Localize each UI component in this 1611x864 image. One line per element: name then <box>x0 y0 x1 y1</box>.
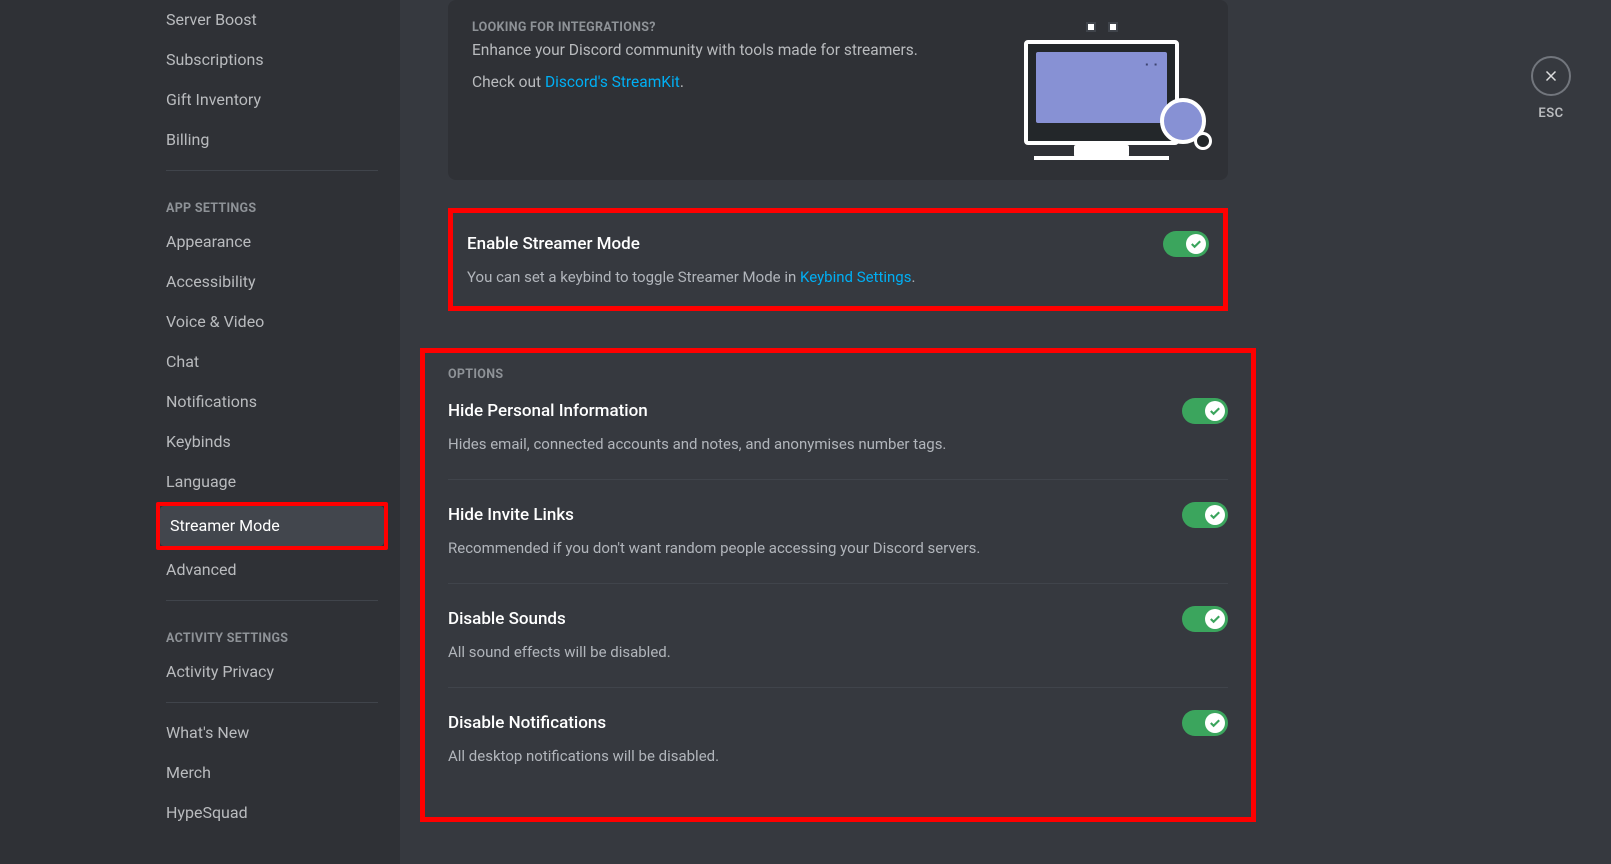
highlight-box-enable: Enable Streamer Mode You can set a keybi… <box>448 208 1228 311</box>
sidebar-item-subscriptions[interactable]: Subscriptions <box>156 40 388 80</box>
option-hide-invite: Hide Invite Links Recommended if you don… <box>448 502 1228 559</box>
divider <box>448 687 1228 688</box>
enable-desc: You can set a keybind to toggle Streamer… <box>467 267 1209 288</box>
sidebar-header-activity: ACTIVITY SETTINGS <box>156 611 388 652</box>
sidebar-item-billing[interactable]: Billing <box>156 120 388 160</box>
check-icon <box>1208 716 1222 730</box>
sidebar-item-advanced[interactable]: Advanced <box>156 550 388 590</box>
sidebar-item-label: Server Boost <box>166 10 257 29</box>
sidebar-item-label: Merch <box>166 763 211 782</box>
check-icon <box>1208 404 1222 418</box>
sidebar-item-streamer-mode[interactable]: Streamer Mode <box>160 506 384 546</box>
enable-streamer-mode-row: Enable Streamer Mode <box>467 231 1209 257</box>
toggle-thumb <box>1186 234 1206 254</box>
option-desc: All desktop notifications will be disabl… <box>448 746 1228 767</box>
sidebar-divider <box>166 600 378 601</box>
sidebar-item-label: HypeSquad <box>166 803 248 822</box>
sidebar-item-keybinds[interactable]: Keybinds <box>156 422 388 462</box>
sidebar-item-label: Appearance <box>166 232 251 251</box>
sidebar-item-appearance[interactable]: Appearance <box>156 222 388 262</box>
divider <box>448 479 1228 480</box>
integration-check-prefix: Check out <box>472 73 545 91</box>
enable-streamer-toggle[interactable] <box>1163 231 1209 257</box>
sidebar-item-label: Gift Inventory <box>166 90 261 109</box>
option-title: Disable Notifications <box>448 713 606 733</box>
sidebar-header-app: APP SETTINGS <box>156 181 388 222</box>
integration-heading: LOOKING FOR INTEGRATIONS? <box>472 20 994 35</box>
disable-sounds-toggle[interactable] <box>1182 606 1228 632</box>
enable-title: Enable Streamer Mode <box>467 234 640 254</box>
sidebar-item-notifications[interactable]: Notifications <box>156 382 388 422</box>
sidebar-item-server-boost[interactable]: Server Boost <box>156 0 388 40</box>
sidebar-item-label: Chat <box>166 352 199 371</box>
option-disable-notifications: Disable Notifications All desktop notifi… <box>448 710 1228 767</box>
hide-invite-toggle[interactable] <box>1182 502 1228 528</box>
hide-personal-toggle[interactable] <box>1182 398 1228 424</box>
sidebar-item-whats-new[interactable]: What's New <box>156 713 388 753</box>
sidebar-item-gift-inventory[interactable]: Gift Inventory <box>156 80 388 120</box>
option-desc: Hides email, connected accounts and note… <box>448 434 1228 455</box>
sidebar-item-hypesquad[interactable]: HypeSquad <box>156 793 388 833</box>
sidebar-divider <box>166 702 378 703</box>
streamkit-link[interactable]: Discord's StreamKit <box>545 73 680 91</box>
sidebar-item-language[interactable]: Language <box>156 462 388 502</box>
check-icon <box>1208 612 1222 626</box>
sidebar-item-activity-privacy[interactable]: Activity Privacy <box>156 652 388 692</box>
check-icon <box>1208 508 1222 522</box>
keybind-settings-link[interactable]: Keybind Settings <box>800 268 911 286</box>
disable-notifications-toggle[interactable] <box>1182 710 1228 736</box>
sidebar-divider <box>166 170 378 171</box>
magnifier-icon <box>1160 98 1206 144</box>
enable-desc-period: . <box>911 268 915 286</box>
settings-layout: Server Boost Subscriptions Gift Inventor… <box>0 0 1611 864</box>
enable-desc-prefix: You can set a keybind to toggle Streamer… <box>467 268 800 286</box>
sidebar-item-chat[interactable]: Chat <box>156 342 388 382</box>
option-desc: All sound effects will be disabled. <box>448 642 1228 663</box>
check-icon <box>1189 237 1203 251</box>
sidebar-item-voice-video[interactable]: Voice & Video <box>156 302 388 342</box>
close-icon <box>1531 56 1571 96</box>
sidebar-item-label: Keybinds <box>166 432 231 451</box>
sidebar-item-label: Voice & Video <box>166 312 264 331</box>
highlight-box-sidebar: Streamer Mode <box>156 502 388 550</box>
monitor-illustration: ▪ ▪ <box>1014 20 1204 160</box>
sidebar-item-label: Billing <box>166 130 209 149</box>
divider <box>448 583 1228 584</box>
option-title: Disable Sounds <box>448 609 566 629</box>
sidebar-item-label: Language <box>166 472 236 491</box>
option-title: Hide Invite Links <box>448 505 574 525</box>
integration-checkout: Check out Discord's StreamKit. <box>472 73 994 91</box>
integration-desc: Enhance your Discord community with tool… <box>472 41 994 59</box>
sidebar-item-label: Subscriptions <box>166 50 264 69</box>
integration-card: LOOKING FOR INTEGRATIONS? Enhance your D… <box>448 0 1228 180</box>
sidebar-item-merch[interactable]: Merch <box>156 753 388 793</box>
sidebar: Server Boost Subscriptions Gift Inventor… <box>0 0 400 864</box>
integration-period: . <box>680 73 684 91</box>
close-settings-button[interactable]: ESC <box>1531 56 1571 121</box>
sidebar-item-accessibility[interactable]: Accessibility <box>156 262 388 302</box>
sidebar-item-label: Activity Privacy <box>166 662 274 681</box>
option-title: Hide Personal Information <box>448 401 648 421</box>
sidebar-item-label: Streamer Mode <box>170 516 280 535</box>
sidebar-item-label: Notifications <box>166 392 257 411</box>
option-desc: Recommended if you don't want random peo… <box>448 538 1228 559</box>
options-header: OPTIONS <box>448 367 1228 382</box>
esc-label: ESC <box>1538 106 1563 121</box>
sidebar-item-label: Accessibility <box>166 272 256 291</box>
option-hide-personal: Hide Personal Information Hides email, c… <box>448 398 1228 455</box>
main-content: LOOKING FOR INTEGRATIONS? Enhance your D… <box>400 0 1611 864</box>
option-disable-sounds: Disable Sounds All sound effects will be… <box>448 606 1228 663</box>
sidebar-item-label: Advanced <box>166 560 237 579</box>
sidebar-item-label: What's New <box>166 723 249 742</box>
